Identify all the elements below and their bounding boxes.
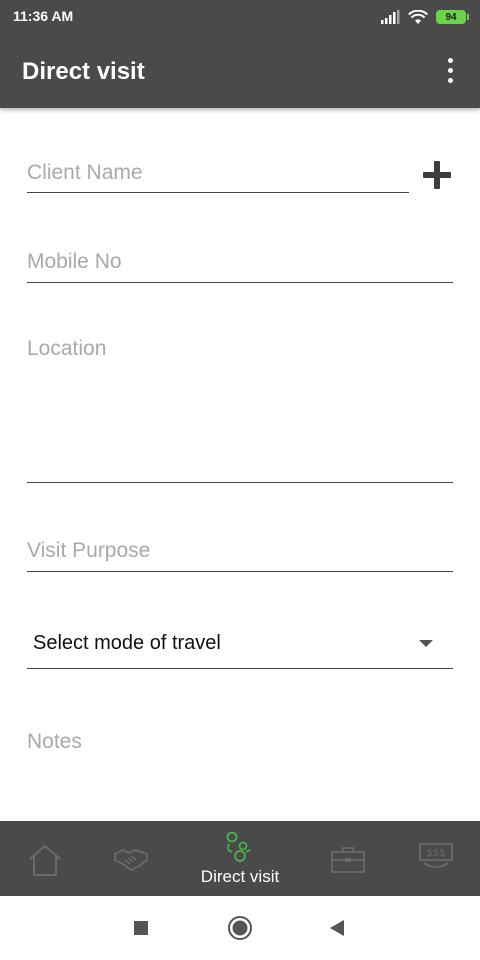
wifi-icon [408,9,428,24]
notes-placeholder: Notes [27,730,82,753]
status-time: 11:36 AM [13,8,74,24]
direct-visit-icon [226,831,251,862]
status-bar: 11:36 AM 94 [0,0,480,34]
mobile-no-field[interactable]: Mobile No [27,240,453,283]
visit-purpose-field[interactable]: Visit Purpose [27,528,453,572]
client-name-placeholder: Client Name [27,161,143,184]
system-nav-bar [0,896,480,960]
home-button[interactable] [210,896,270,960]
mobile-no-placeholder: Mobile No [27,250,122,273]
add-client-icon[interactable] [420,158,454,192]
handshake-icon [114,848,148,872]
location-field[interactable]: Location [27,326,453,483]
back-button[interactable] [307,896,367,960]
nav-handshake[interactable] [96,821,166,896]
location-placeholder: Location [27,337,107,360]
visit-purpose-placeholder: Visit Purpose [27,539,151,562]
nav-home[interactable] [10,821,80,896]
back-triangle-icon [330,920,344,936]
status-icons: 94 [380,8,469,26]
overflow-menu-icon[interactable] [444,58,456,84]
battery-level: 94 [445,11,457,23]
nav-money[interactable]: $$$ [400,821,470,896]
dropdown-arrow-icon [419,640,433,647]
briefcase-icon [331,847,365,873]
notes-input[interactable]: Notes [27,730,82,754]
bottom-nav: Direct visit $$$ [0,821,480,896]
travel-mode-value: Select mode of travel [33,632,221,654]
nav-direct-visit[interactable]: Direct visit [180,821,300,896]
signal-icon [381,10,400,24]
circle-icon [228,916,252,940]
square-icon [134,921,148,935]
home-icon [29,844,61,876]
recent-apps-button[interactable] [111,896,171,960]
client-name-field[interactable]: Client Name [27,150,409,193]
nav-briefcase[interactable] [312,821,382,896]
battery-icon: 94 [436,10,469,24]
money-icon: $$$ [419,843,453,868]
nav-direct-visit-label: Direct visit [200,867,280,886]
travel-mode-select[interactable]: Select mode of travel [27,620,453,669]
svg-text:$$$: $$$ [426,848,445,859]
app-bar: Direct visit [0,34,480,108]
page-title: Direct visit [22,58,145,85]
